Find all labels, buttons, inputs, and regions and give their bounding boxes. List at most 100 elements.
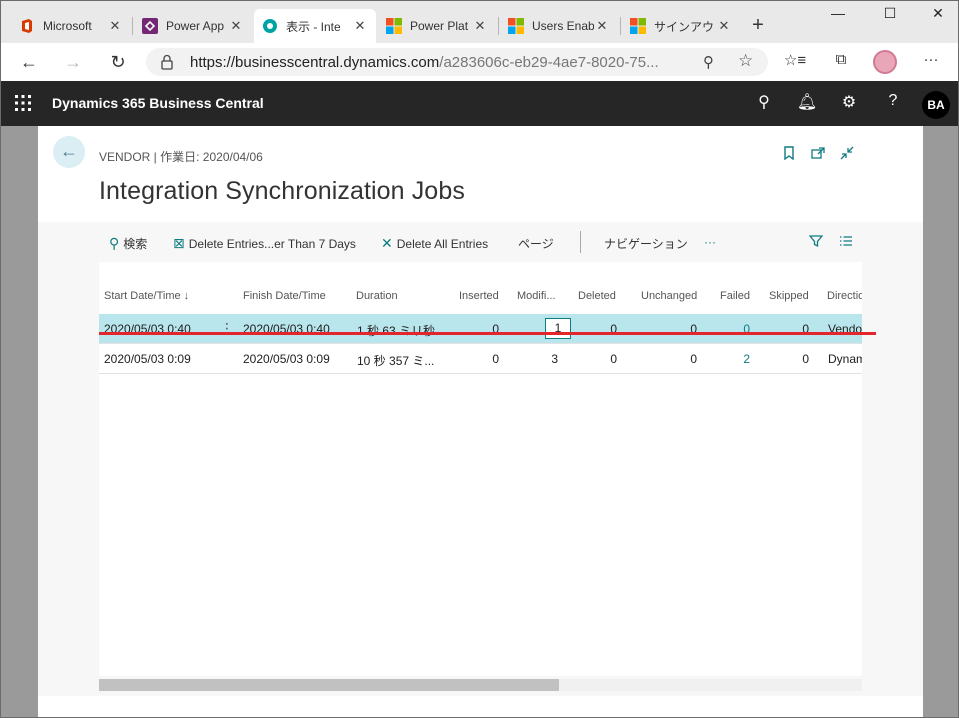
delete-all-entries-action[interactable]: ✕ Delete All Entries — [381, 235, 488, 252]
cell-modified[interactable]: 1 — [545, 318, 571, 339]
table-row[interactable]: 2020/05/03 0:40 ⋮ 2020/05/03 0:40 1 秒 63… — [99, 314, 862, 344]
more-actions-button[interactable]: ··· — [704, 235, 716, 249]
column-header-inserted[interactable]: Inserted — [459, 290, 499, 302]
close-icon[interactable]: ✕ — [228, 18, 244, 34]
back-icon[interactable]: ← — [15, 49, 43, 75]
lock-icon — [161, 54, 173, 70]
tab-strip: Microsoft ✕ Power App ✕ 表示 - Inte ✕ Powe… — [1, 1, 958, 43]
back-arrow-icon[interactable]: ← — [53, 136, 85, 168]
more-menu-icon[interactable]: ··· — [919, 51, 943, 73]
filter-icon[interactable] — [808, 234, 824, 251]
bookmark-icon[interactable] — [779, 146, 799, 166]
close-icon[interactable]: ✕ — [472, 18, 488, 34]
column-header-modified[interactable]: Modifi... — [517, 290, 556, 302]
close-icon[interactable]: ✕ — [107, 18, 123, 34]
page-panel: ← VENDOR | 作業日: 2020/04/06 Integration S… — [38, 126, 923, 717]
open-new-window-icon[interactable] — [808, 146, 828, 166]
browser-tab-users[interactable]: Users Enab ✕ — [500, 9, 618, 43]
browser-tab-power-platform[interactable]: Power Plat ✕ — [378, 9, 496, 43]
tab-divider — [132, 17, 133, 35]
collapse-icon[interactable] — [837, 146, 857, 166]
browser-window: Microsoft ✕ Power App ✕ 表示 - Inte ✕ Powe… — [0, 0, 959, 718]
settings-gear-icon[interactable]: ⚙ — [837, 92, 861, 114]
cell-skipped: 0 — [802, 352, 809, 366]
office-icon — [22, 19, 32, 33]
favorite-star-icon[interactable]: ☆ — [738, 51, 753, 71]
close-icon[interactable]: ✕ — [716, 18, 732, 34]
column-header-direction[interactable]: Directio — [827, 290, 862, 302]
page-title: Integration Synchronization Jobs — [99, 177, 465, 205]
cell-duration: 1 秒 63 ミリ秒 — [357, 324, 436, 338]
cell-direction: Dynam — [828, 352, 862, 366]
minimize-button[interactable]: — — [821, 5, 855, 27]
new-tab-button[interactable]: + — [745, 13, 771, 39]
browser-tab-microsoft[interactable]: Microsoft ✕ — [11, 9, 131, 43]
browser-tab-power-apps[interactable]: Power App ✕ — [134, 9, 252, 43]
column-header-start[interactable]: Start Date/Time ↓ — [104, 290, 189, 302]
list-view-shape — [840, 236, 852, 246]
search-icon: ⚲ — [109, 235, 120, 251]
column-header-finish[interactable]: Finish Date/Time — [243, 290, 326, 302]
collapse-shape — [840, 146, 854, 160]
scrollbar-thumb[interactable] — [99, 679, 559, 691]
action-divider — [580, 231, 581, 253]
url-field[interactable]: https://businesscentral.dynamics.com/a28… — [146, 48, 768, 76]
search-action[interactable]: ⚲ 検索 — [109, 235, 147, 252]
cell-unchanged: 0 — [690, 352, 697, 366]
content-area: ⚲ 検索 ⊠ Delete Entries...er Than 7 Days ✕ De… — [38, 222, 923, 696]
close-icon[interactable]: ✕ — [594, 18, 610, 34]
close-icon[interactable]: ✕ — [352, 18, 368, 34]
tab-divider — [620, 17, 621, 35]
cell-inserted: 0 — [492, 352, 499, 366]
cell-modified: 3 — [551, 352, 558, 366]
bookmark-shape — [784, 146, 794, 161]
favorites-icon[interactable]: ☆≡ — [783, 51, 807, 73]
microsoft-logo-icon — [508, 18, 524, 34]
column-header-duration[interactable]: Duration — [356, 290, 398, 302]
navigation-menu[interactable]: ナビゲーション — [604, 235, 688, 252]
collections-icon[interactable]: ⧉ — [829, 51, 853, 73]
notifications-bell-icon[interactable]: 🔔︎ — [795, 92, 819, 114]
profile-avatar[interactable] — [873, 50, 897, 74]
horizontal-scrollbar[interactable] — [99, 679, 862, 691]
delete-entries-icon: ⊠ — [173, 235, 185, 251]
delete-x-icon: ✕ — [381, 235, 393, 251]
list-view-icon[interactable] — [839, 234, 853, 251]
open-new-window-shape — [811, 147, 825, 159]
column-header-failed[interactable]: Failed — [720, 290, 750, 302]
cell-start[interactable]: 2020/05/03 0:09 — [104, 352, 191, 366]
app-header: Dynamics 365 Business Central ⚲ 🔔︎ ⚙ ? B… — [1, 81, 958, 126]
microsoft-logo-icon — [386, 18, 402, 34]
browser-tab-signout[interactable]: サインアウト ✕ — [622, 9, 740, 43]
action-bar: ⚲ 検索 ⊠ Delete Entries...er Than 7 Days ✕ De… — [98, 222, 862, 262]
app-launcher-icon[interactable] — [15, 95, 31, 111]
page-menu[interactable]: ページ — [518, 235, 554, 252]
browser-tab-active[interactable]: 表示 - Inte ✕ — [254, 9, 376, 43]
cell-duration: 10 秒 357 ミ... — [357, 354, 435, 368]
help-icon[interactable]: ? — [881, 92, 905, 114]
search-icon[interactable]: ⚲ — [752, 92, 776, 114]
zoom-icon[interactable]: ⚲ — [703, 53, 714, 71]
close-window-button[interactable]: ✕ — [921, 5, 955, 27]
tab-divider — [498, 17, 499, 35]
annotation-red-line — [99, 332, 876, 335]
forward-icon[interactable]: → — [59, 49, 87, 75]
app-name[interactable]: Dynamics 365 Business Central — [52, 95, 264, 111]
column-header-unchanged[interactable]: Unchanged — [641, 290, 697, 302]
table-row[interactable]: 2020/05/03 0:09 2020/05/03 0:09 10 秒 357… — [99, 344, 862, 374]
column-header-deleted[interactable]: Deleted — [578, 290, 616, 302]
power-apps-icon — [142, 18, 158, 34]
column-header-skipped[interactable]: Skipped — [769, 290, 809, 302]
filter-shape — [808, 235, 824, 248]
refresh-icon[interactable]: ↻ — [104, 49, 132, 75]
cell-finish: 2020/05/03 0:09 — [243, 352, 330, 366]
business-central-icon — [263, 19, 277, 33]
user-avatar[interactable]: BA — [922, 91, 950, 119]
url-text: https://businesscentral.dynamics.com/a28… — [190, 54, 659, 71]
cell-failed[interactable]: 2 — [710, 352, 750, 366]
maximize-button[interactable]: ☐ — [873, 5, 907, 27]
microsoft-logo-icon — [630, 18, 646, 34]
page-caption: VENDOR | 作業日: 2020/04/06 — [99, 150, 263, 164]
delete-older-entries-action[interactable]: ⊠ Delete Entries...er Than 7 Days — [173, 235, 356, 252]
grid-header: Start Date/Time ↓ Finish Date/Time Durat… — [99, 262, 862, 313]
